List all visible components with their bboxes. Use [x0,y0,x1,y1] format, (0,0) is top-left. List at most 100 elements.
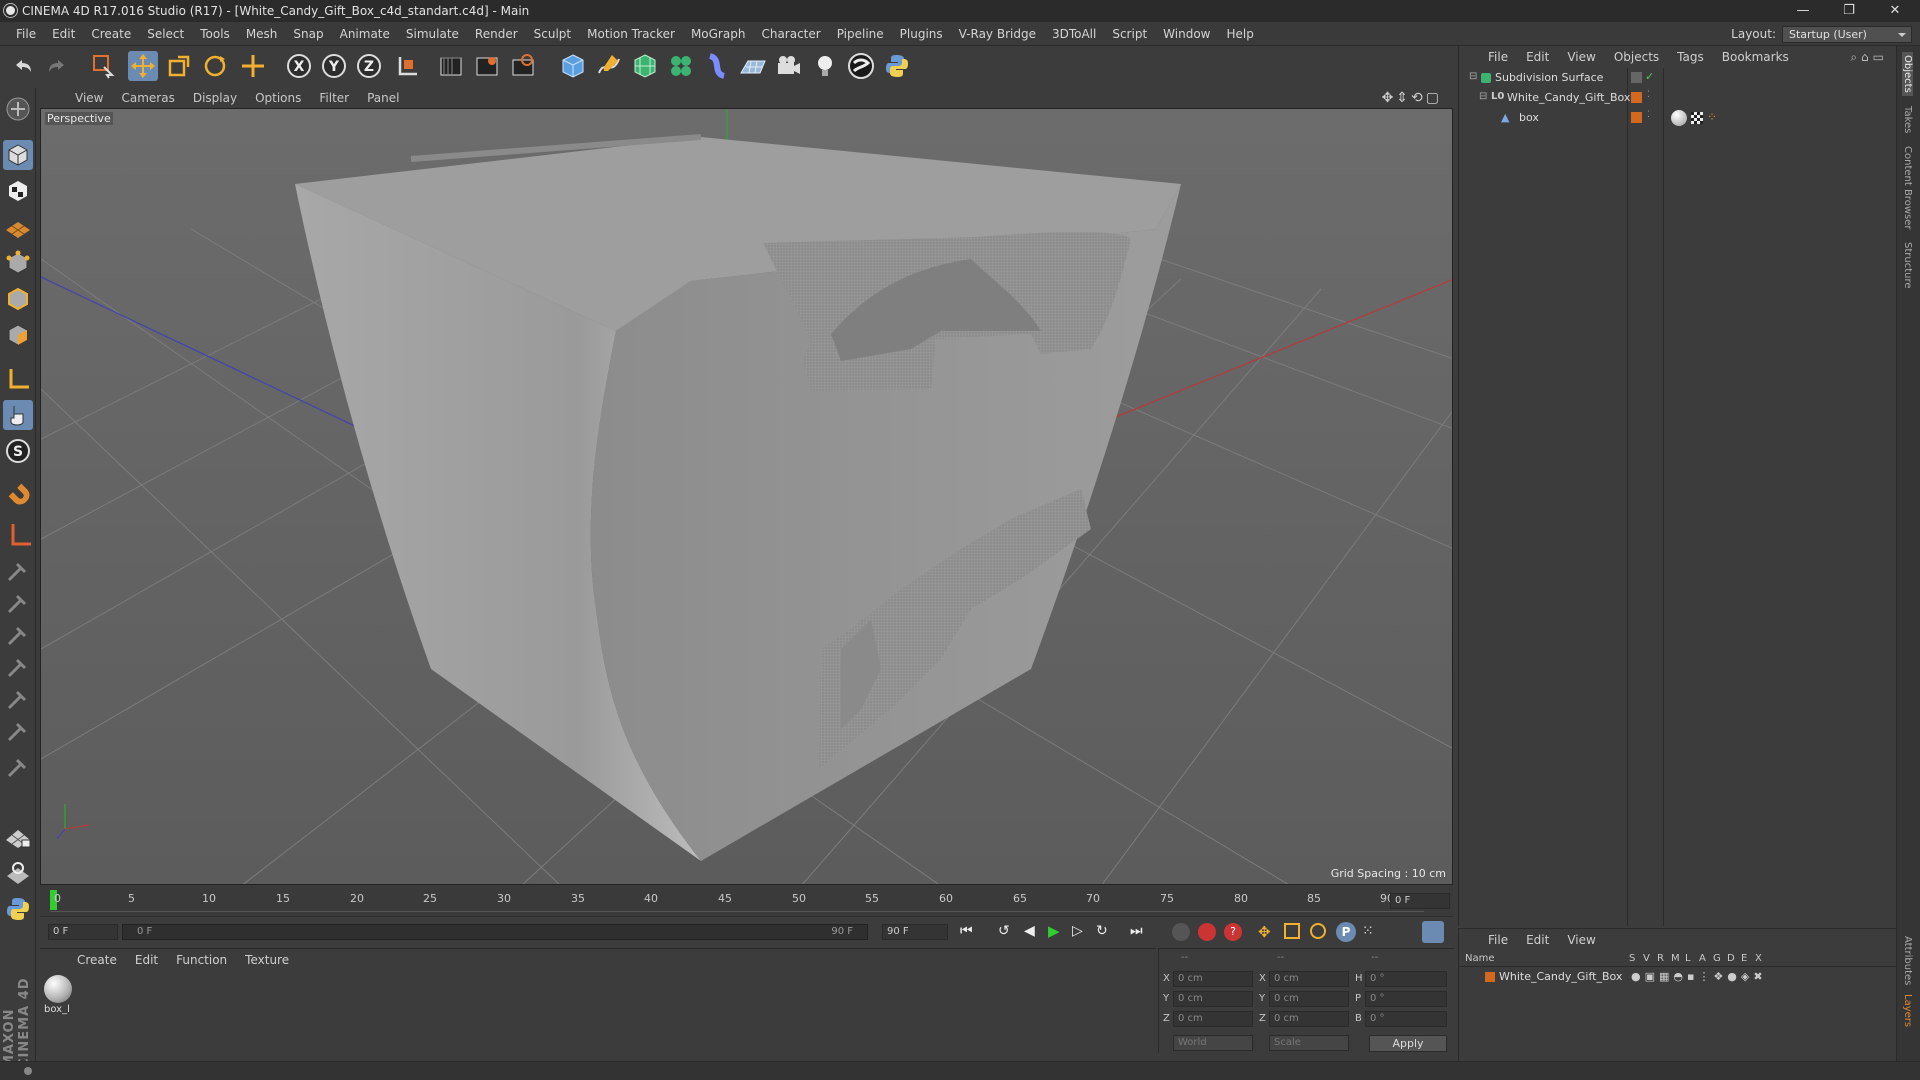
object-menu-edit[interactable]: Edit [1517,50,1558,64]
menu-window[interactable]: Window [1155,27,1218,41]
start-frame-field[interactable]: 0 F [48,924,118,940]
key-rotation-icon[interactable] [1310,923,1326,939]
points-mode-icon[interactable] [3,248,33,278]
object-menu-file[interactable]: File [1479,50,1517,64]
vray-icon[interactable] [846,51,876,81]
layer-flag-icons[interactable]: ●▣▦◓▪⋮❖●◈✖ [1631,970,1767,983]
menu-mesh[interactable]: Mesh [238,27,286,41]
menu-vray-bridge[interactable]: V-Ray Bridge [951,27,1044,41]
menu-help[interactable]: Help [1218,27,1261,41]
redo-icon[interactable] [42,51,72,81]
viewport-menu-filter[interactable]: Filter [310,91,358,105]
material-menu-function[interactable]: Function [167,953,236,967]
recent-tool-icon[interactable] [238,51,268,81]
enabled-check-icon[interactable]: ✓ [1645,70,1654,83]
pen-spline-icon[interactable] [594,51,624,81]
object-menu-objects[interactable]: Objects [1605,50,1668,64]
pos-x-field[interactable]: 0 cm [1173,971,1253,987]
layer-tag-icon[interactable] [1631,72,1642,83]
magnet-icon[interactable] [3,480,33,510]
timeline-track[interactable]: 0 5 10 15 20 25 30 35 40 45 50 55 60 65 … [50,890,1424,912]
next-frame-icon[interactable]: ▷ [1072,923,1083,939]
texture-tag-icon[interactable] [1691,112,1703,124]
sculpt-brush-2-icon[interactable] [3,588,33,618]
tab-objects[interactable]: Objects [1902,52,1913,96]
model-mode-icon[interactable] [3,140,33,170]
snap-icon[interactable]: S [3,436,33,466]
menu-render[interactable]: Render [467,27,526,41]
axis-mode-icon[interactable] [3,364,33,394]
menu-sculpt[interactable]: Sculpt [526,27,579,41]
material-tag-icon[interactable] [1671,110,1687,126]
deformer-icon[interactable] [702,51,732,81]
menu-select[interactable]: Select [139,27,192,41]
layer-menu-edit[interactable]: Edit [1517,933,1558,947]
timeline-layout-icon[interactable] [1422,921,1444,943]
size-x-field[interactable]: 0 cm [1269,971,1349,987]
tree-row-white-candy-gift-box[interactable]: ⊟ L0 White_Candy_Gift_Box ⁚ [1459,90,1897,107]
phong-tag-icon[interactable]: ⁘ [1707,110,1717,124]
object-menu-view[interactable]: View [1558,50,1604,64]
render-picture-viewer-icon[interactable] [472,51,502,81]
undo-icon[interactable] [8,51,38,81]
tree-row-box[interactable]: ▲ box ⁚ ⁘ [1459,110,1897,127]
goto-start-icon[interactable]: ⏮ [960,923,973,939]
rot-h-field[interactable]: 0 ° [1365,971,1447,987]
record-keys-icon[interactable] [1198,923,1216,941]
vray-light-icon[interactable] [3,858,33,888]
coordinate-mode-dropdown[interactable]: World [1173,1035,1253,1051]
viewport-menu-view[interactable]: View [66,91,112,105]
key-parameter-icon[interactable]: P [1336,922,1356,942]
scale-icon[interactable] [164,51,194,81]
perspective-viewport[interactable]: Perspective Grid Spacing : 10 cm [40,108,1453,885]
python-icon[interactable] [882,51,912,81]
sculpt-brush-3-icon[interactable] [3,620,33,650]
tab-takes[interactable]: Takes [1902,106,1913,133]
minimize-button[interactable]: — [1780,0,1826,22]
motion-record-icon[interactable] [1172,923,1190,941]
live-selection-icon[interactable] [88,51,118,81]
edges-mode-icon[interactable] [3,284,33,314]
visibility-dots-icon[interactable]: ⁚ [1647,110,1650,120]
previous-frame-icon[interactable]: ◀ [1024,923,1035,939]
z-axis-icon[interactable]: Z [354,51,384,81]
goto-end-icon[interactable]: ⏭ [1130,923,1143,939]
material-swatch[interactable]: box_l [44,975,72,1015]
menu-3dtoall[interactable]: 3DToAll [1044,27,1104,41]
menu-file[interactable]: File [8,27,44,41]
tab-attributes[interactable]: Attributes [1902,936,1913,985]
light-icon[interactable] [810,51,840,81]
size-z-field[interactable]: 0 cm [1269,1011,1349,1027]
viewport-menu-cameras[interactable]: Cameras [112,91,183,105]
viewport-menu-panel[interactable]: Panel [358,91,408,105]
key-scale-icon[interactable] [1284,923,1300,939]
menu-animate[interactable]: Animate [332,27,398,41]
previous-key-icon[interactable]: ↺ [998,923,1010,939]
menu-character[interactable]: Character [753,27,828,41]
visibility-dots-icon[interactable]: ⁚ [1647,90,1650,100]
x-axis-icon[interactable]: X [284,51,314,81]
layer-color-swatch[interactable] [1631,92,1642,103]
timeline-ruler[interactable]: 0 5 10 15 20 25 30 35 40 45 50 55 60 65 … [40,886,1453,916]
pos-z-field[interactable]: 0 cm [1173,1011,1253,1027]
python-script-icon[interactable] [3,894,33,924]
menu-pipeline[interactable]: Pipeline [829,27,892,41]
material-menu-texture[interactable]: Texture [236,953,298,967]
subdivision-generator-icon[interactable] [630,51,660,81]
current-frame-field[interactable]: 0 F [1390,893,1450,909]
tree-row-subdivision-surface[interactable]: ⊟ Subdivision Surface ✓ [1459,70,1897,87]
viewport-menu-options[interactable]: Options [246,91,310,105]
coordinate-system-icon[interactable] [392,51,422,81]
layout-dropdown[interactable]: Startup (User) [1782,25,1912,43]
play-icon[interactable]: ▶ [1048,922,1060,940]
render-view-icon[interactable] [436,51,466,81]
camera-icon[interactable] [774,51,804,81]
grid-lock-icon[interactable] [3,822,33,852]
viewport-menu-display[interactable]: Display [184,91,246,105]
layer-menu-view[interactable]: View [1558,933,1604,947]
sculpt-brush-4-icon[interactable] [3,652,33,682]
object-manager-search-icon[interactable]: ⌕⌂▭ [1850,50,1888,65]
restore-button[interactable]: ❐ [1826,0,1872,22]
autokey-icon[interactable]: ? [1224,923,1242,941]
rot-b-field[interactable]: 0 ° [1365,1011,1447,1027]
